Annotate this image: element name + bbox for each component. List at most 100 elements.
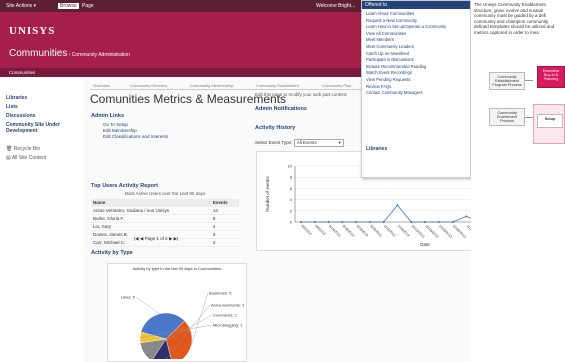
flow-connector: [525, 80, 533, 81]
pie-leader-line: [135, 296, 160, 314]
x-tick-label: 10/18/2013: [424, 224, 439, 239]
site-title-text[interactable]: Communities: [9, 48, 67, 59]
pager: |◀ ◀ Page 1 of 2 ▶ ▶|: [134, 236, 178, 242]
recycle-bin-icon: 🗑: [6, 146, 13, 152]
activity-by-type: Activity by Type: [91, 250, 133, 256]
tab-overview[interactable]: Overview: [93, 83, 110, 88]
event-type-label: Select Event Type:: [255, 140, 293, 145]
menu-item[interactable]: Meet Members: [366, 37, 466, 42]
pie-chart-panel: Activity by type in the last 90 days in …: [107, 263, 247, 362]
unisys-logo[interactable]: UNISYS: [9, 25, 55, 37]
report-caption: Most Active Users over the Last 90 days: [124, 191, 206, 196]
col-events: Events: [210, 199, 239, 207]
event-type-select[interactable]: All Events ▾: [293, 139, 344, 147]
menu-item[interactable]: Catch Up on Newsfeed: [366, 51, 466, 56]
pie-chart: Likes: 5 Bookmark: 5 Announcements: 2 Comme…: [121, 291, 245, 362]
data-point: [368, 221, 371, 223]
menu-item[interactable]: Participate in Discussions: [366, 57, 466, 62]
site-actions-menu[interactable]: Site Actions ▾: [6, 3, 36, 9]
flow-box-setup: Setup: [537, 114, 563, 128]
leftnav-all-site-content[interactable]: ▤ All Site Content: [6, 155, 84, 161]
menu-item[interactable]: Watch Event Recordings: [366, 70, 466, 75]
welcome-label[interactable]: Welcome: [316, 3, 337, 9]
tab-browse[interactable]: Browse: [58, 3, 79, 9]
prev-page-icon[interactable]: ◀: [140, 236, 143, 241]
next-page-icon[interactable]: ▶: [169, 236, 172, 241]
data-point: [451, 221, 454, 223]
cell-events: 2: [210, 238, 239, 247]
menu-item[interactable]: View All Communities: [366, 31, 466, 36]
x-tick-label: 9/23/2013: [355, 224, 369, 238]
pie-slice-label: Announcements: 2: [211, 303, 245, 308]
y-tick-label: 6: [290, 186, 293, 191]
dropdown-menu: Offered to Learn About Communities Reques…: [361, 0, 471, 178]
chevron-down-icon: ▾: [338, 140, 341, 145]
pie-slice-label: Bookmark: 5: [209, 291, 232, 296]
pie-slice-label: Comments: 2: [213, 313, 238, 318]
x-tick-label: 9/18/2013: [342, 224, 356, 238]
first-page-icon[interactable]: |◀: [134, 236, 139, 241]
menu-item[interactable]: View Pending Requests: [366, 77, 466, 82]
pager-label: Page 1 of 2: [144, 236, 168, 241]
menu-item[interactable]: Meet Community Leaders: [366, 44, 466, 49]
y-tick-label: 4: [290, 197, 293, 202]
right-column: Edit this page to modify your web part c…: [255, 92, 348, 112]
activity-history: Activity History: [255, 125, 295, 131]
menu-item[interactable]: Contact Community Managers: [366, 90, 466, 95]
admin-notifications-heading: Admin Notifications: [255, 106, 307, 112]
data-point: [410, 221, 413, 223]
site-content-icon: ▤: [6, 155, 11, 161]
menu-item[interactable]: Learn How to Set up/Operate a Community: [366, 24, 466, 29]
tab-directory[interactable]: Community Directory: [130, 83, 167, 88]
link-go-to-setup[interactable]: Go To Setup: [103, 122, 168, 127]
menu-libraries[interactable]: Libraries: [366, 146, 387, 152]
menu-item[interactable]: Learn About Communities: [366, 11, 466, 16]
leftnav-recycle-bin[interactable]: 🗑 Recycle Bin: [6, 146, 84, 152]
x-tick-label: 9/3/2013: [300, 224, 312, 236]
menu-item[interactable]: Browse Recommended Reading: [366, 64, 466, 69]
tab-page[interactable]: Page: [82, 3, 94, 9]
y-axis-label: Number of events: [265, 175, 270, 211]
all-site-content-label: All Site Content: [11, 155, 47, 161]
data-point: [341, 221, 344, 223]
x-tick-label: 9/28/2013: [369, 224, 383, 238]
leftnav-site-under-development[interactable]: Community Site Under Development: [6, 122, 84, 134]
data-point: [437, 221, 440, 223]
cell-events: 14: [210, 206, 239, 215]
menu-item[interactable]: Review FAQs: [366, 84, 466, 89]
menu-item[interactable]: Request a New Community: [366, 18, 466, 23]
edit-note: Edit this page to modify your web part c…: [255, 92, 348, 97]
tab-plus[interactable]: Community Plus: [322, 83, 351, 88]
leftnav-libraries[interactable]: Libraries: [6, 95, 84, 101]
flow-box-establishment: Community Establishment Program Process: [489, 72, 525, 90]
pie-slice-label: Microblogging: 1: [213, 323, 243, 328]
y-tick-label: 2: [290, 208, 293, 213]
flow-box-enablement: Community Enablement Process: [489, 108, 525, 126]
user-menu[interactable]: Bright...: [338, 3, 355, 9]
admin-links: Admin Links Go To Setup Edit Membership …: [91, 113, 168, 140]
event-type-value: All Events: [296, 140, 317, 145]
leftnav-discussions[interactable]: Discussions: [6, 113, 84, 119]
nav-communities[interactable]: Communities: [9, 70, 35, 75]
leftnav-lists[interactable]: Lists: [6, 104, 84, 110]
recycle-bin-label: Recycle Bin: [13, 146, 41, 152]
y-tick-label: 10: [288, 164, 293, 169]
activity-history-heading: Activity History: [255, 125, 296, 131]
x-tick-label: 10/13/2013: [411, 224, 426, 239]
tab-membership[interactable]: Community Membership: [190, 83, 233, 88]
menu-header: Offered to: [362, 1, 470, 9]
tab-enablement[interactable]: Community Enablement: [256, 83, 299, 88]
data-point: [355, 221, 358, 223]
flow-box-buy-in: Executive Buy-in & Planning: [537, 66, 565, 88]
link-edit-classifications[interactable]: Edit Classifications and Interests: [103, 134, 168, 139]
link-edit-membership[interactable]: Edit Membership: [103, 128, 168, 133]
admin-links-heading: Admin Links: [91, 113, 125, 119]
x-axis-label: Date: [420, 242, 430, 247]
y-tick-label: 8: [290, 175, 293, 180]
last-page-icon[interactable]: ▶|: [174, 236, 179, 241]
breadcrumb: › Community Administration: [67, 52, 130, 58]
document-panel: The Unisys Community Enablement structur…: [471, 0, 565, 362]
pie-leader-line: [190, 292, 209, 347]
data-point: [396, 204, 399, 207]
activity-type-heading: Activity by Type: [91, 250, 133, 256]
